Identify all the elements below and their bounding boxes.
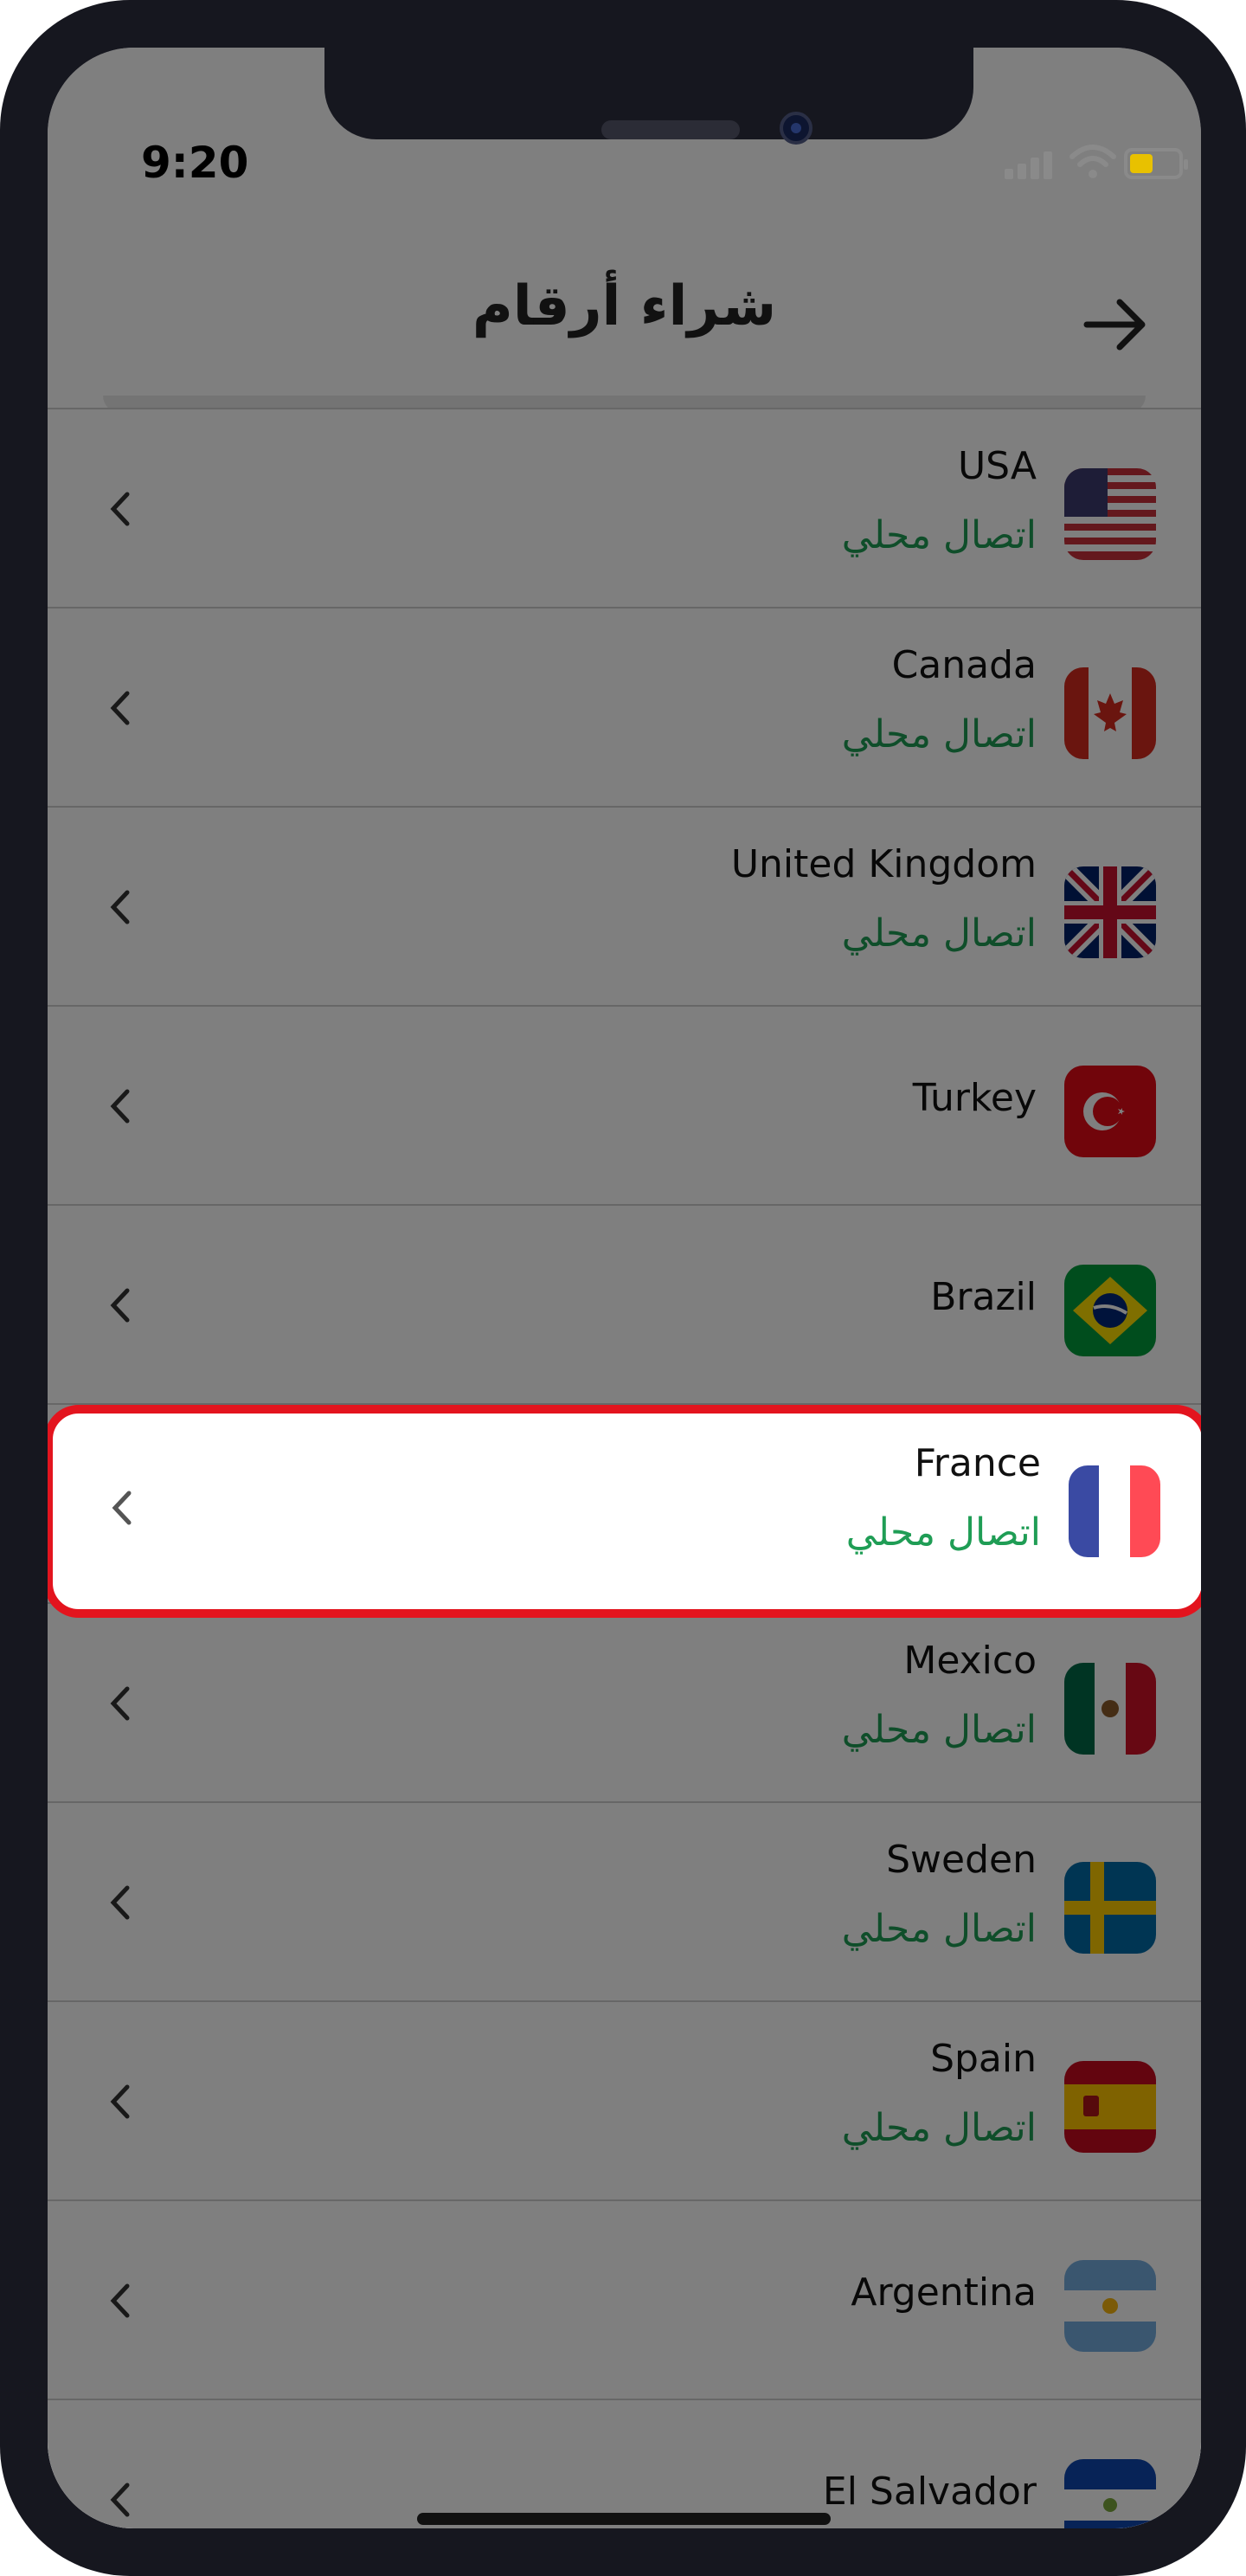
sv-flag-icon (1064, 2459, 1156, 2528)
country-name: Brazil (930, 1275, 1037, 1319)
local-call-label: اتصال محلي (841, 513, 1037, 557)
phone-frame: 9:20 شراء أرقام USA اتصال محلي Canada ات… (0, 0, 1246, 2576)
chevron-left-icon (110, 890, 130, 924)
country-name: Sweden (886, 1838, 1037, 1882)
country-name: Turkey (912, 1076, 1037, 1120)
local-call-label: اتصال محلي (841, 911, 1037, 956)
country-name: United Kingdom (730, 842, 1037, 886)
se-flag-icon (1064, 1862, 1156, 1954)
chevron-left-icon (110, 1089, 130, 1124)
chevron-left-icon (110, 2483, 130, 2517)
chevron-left-icon (110, 492, 130, 526)
country-name: Canada (891, 643, 1037, 687)
gb-flag-icon (1064, 866, 1156, 958)
wifi-icon (1069, 145, 1116, 178)
ar-flag-icon (1064, 2260, 1156, 2352)
local-call-label: اتصال محلي (841, 1907, 1037, 1951)
country-name: Mexico (903, 1639, 1037, 1683)
chevron-left-icon (110, 691, 130, 725)
list-item-france[interactable]: France اتصال محلي (53, 1414, 1201, 1609)
chevron-left-icon (110, 2084, 130, 2119)
ca-flag-icon (1064, 667, 1156, 759)
list-item-sweden[interactable]: Sweden اتصال محلي (48, 1801, 1201, 2000)
country-name: France (914, 1441, 1041, 1485)
page-header: شراء أرقام (48, 212, 1201, 413)
list-item-mexico[interactable]: Mexico اتصال محلي (48, 1602, 1201, 1801)
chevron-left-icon (110, 2283, 130, 2318)
chevron-left-icon (112, 1491, 132, 1525)
app-screen: 9:20 شراء أرقام USA اتصال محلي Canada ات… (48, 48, 1201, 2528)
list-item-el-salvador[interactable]: El Salvador (48, 2399, 1201, 2528)
list-item-argentina[interactable]: Argentina (48, 2199, 1201, 2399)
chevron-left-icon (110, 1686, 130, 1721)
status-time: 9:20 (141, 138, 249, 188)
page-title: شراء أرقام (472, 274, 777, 338)
mx-flag-icon (1064, 1663, 1156, 1755)
list-item-brazil[interactable]: Brazil (48, 1204, 1201, 1403)
country-name: USA (957, 444, 1037, 488)
battery-icon (1124, 148, 1188, 179)
local-call-label: اتصال محلي (841, 2106, 1037, 2150)
chevron-left-icon (110, 1885, 130, 1920)
list-item-turkey[interactable]: Turkey (48, 1005, 1201, 1204)
country-name: Argentina (851, 2270, 1037, 2315)
local-call-label: اتصال محلي (841, 1708, 1037, 1752)
es-flag-icon (1064, 2061, 1156, 2153)
country-name: El Salvador (822, 2470, 1037, 2514)
back-arrow-icon[interactable] (1080, 290, 1149, 359)
speaker (601, 120, 740, 139)
list-item-united-kingdom[interactable]: United Kingdom اتصال محلي (48, 806, 1201, 1005)
list-item-usa[interactable]: USA اتصال محلي (48, 408, 1201, 607)
highlighted-france-row[interactable]: France اتصال محلي (48, 1405, 1201, 1618)
chevron-left-icon (110, 1288, 130, 1323)
us-flag-icon (1064, 468, 1156, 560)
br-flag-icon (1064, 1265, 1156, 1356)
tr-flag-icon (1064, 1066, 1156, 1157)
local-call-label: اتصال محلي (841, 712, 1037, 757)
front-camera (780, 112, 812, 145)
signal-icon (1005, 150, 1057, 179)
list-item-canada[interactable]: Canada اتصال محلي (48, 607, 1201, 806)
home-indicator[interactable] (417, 2513, 831, 2525)
list-item-spain[interactable]: Spain اتصال محلي (48, 2000, 1201, 2199)
fr-flag-icon (1069, 1465, 1160, 1557)
local-call-label: اتصال محلي (845, 1510, 1041, 1555)
country-name: Spain (930, 2037, 1037, 2081)
